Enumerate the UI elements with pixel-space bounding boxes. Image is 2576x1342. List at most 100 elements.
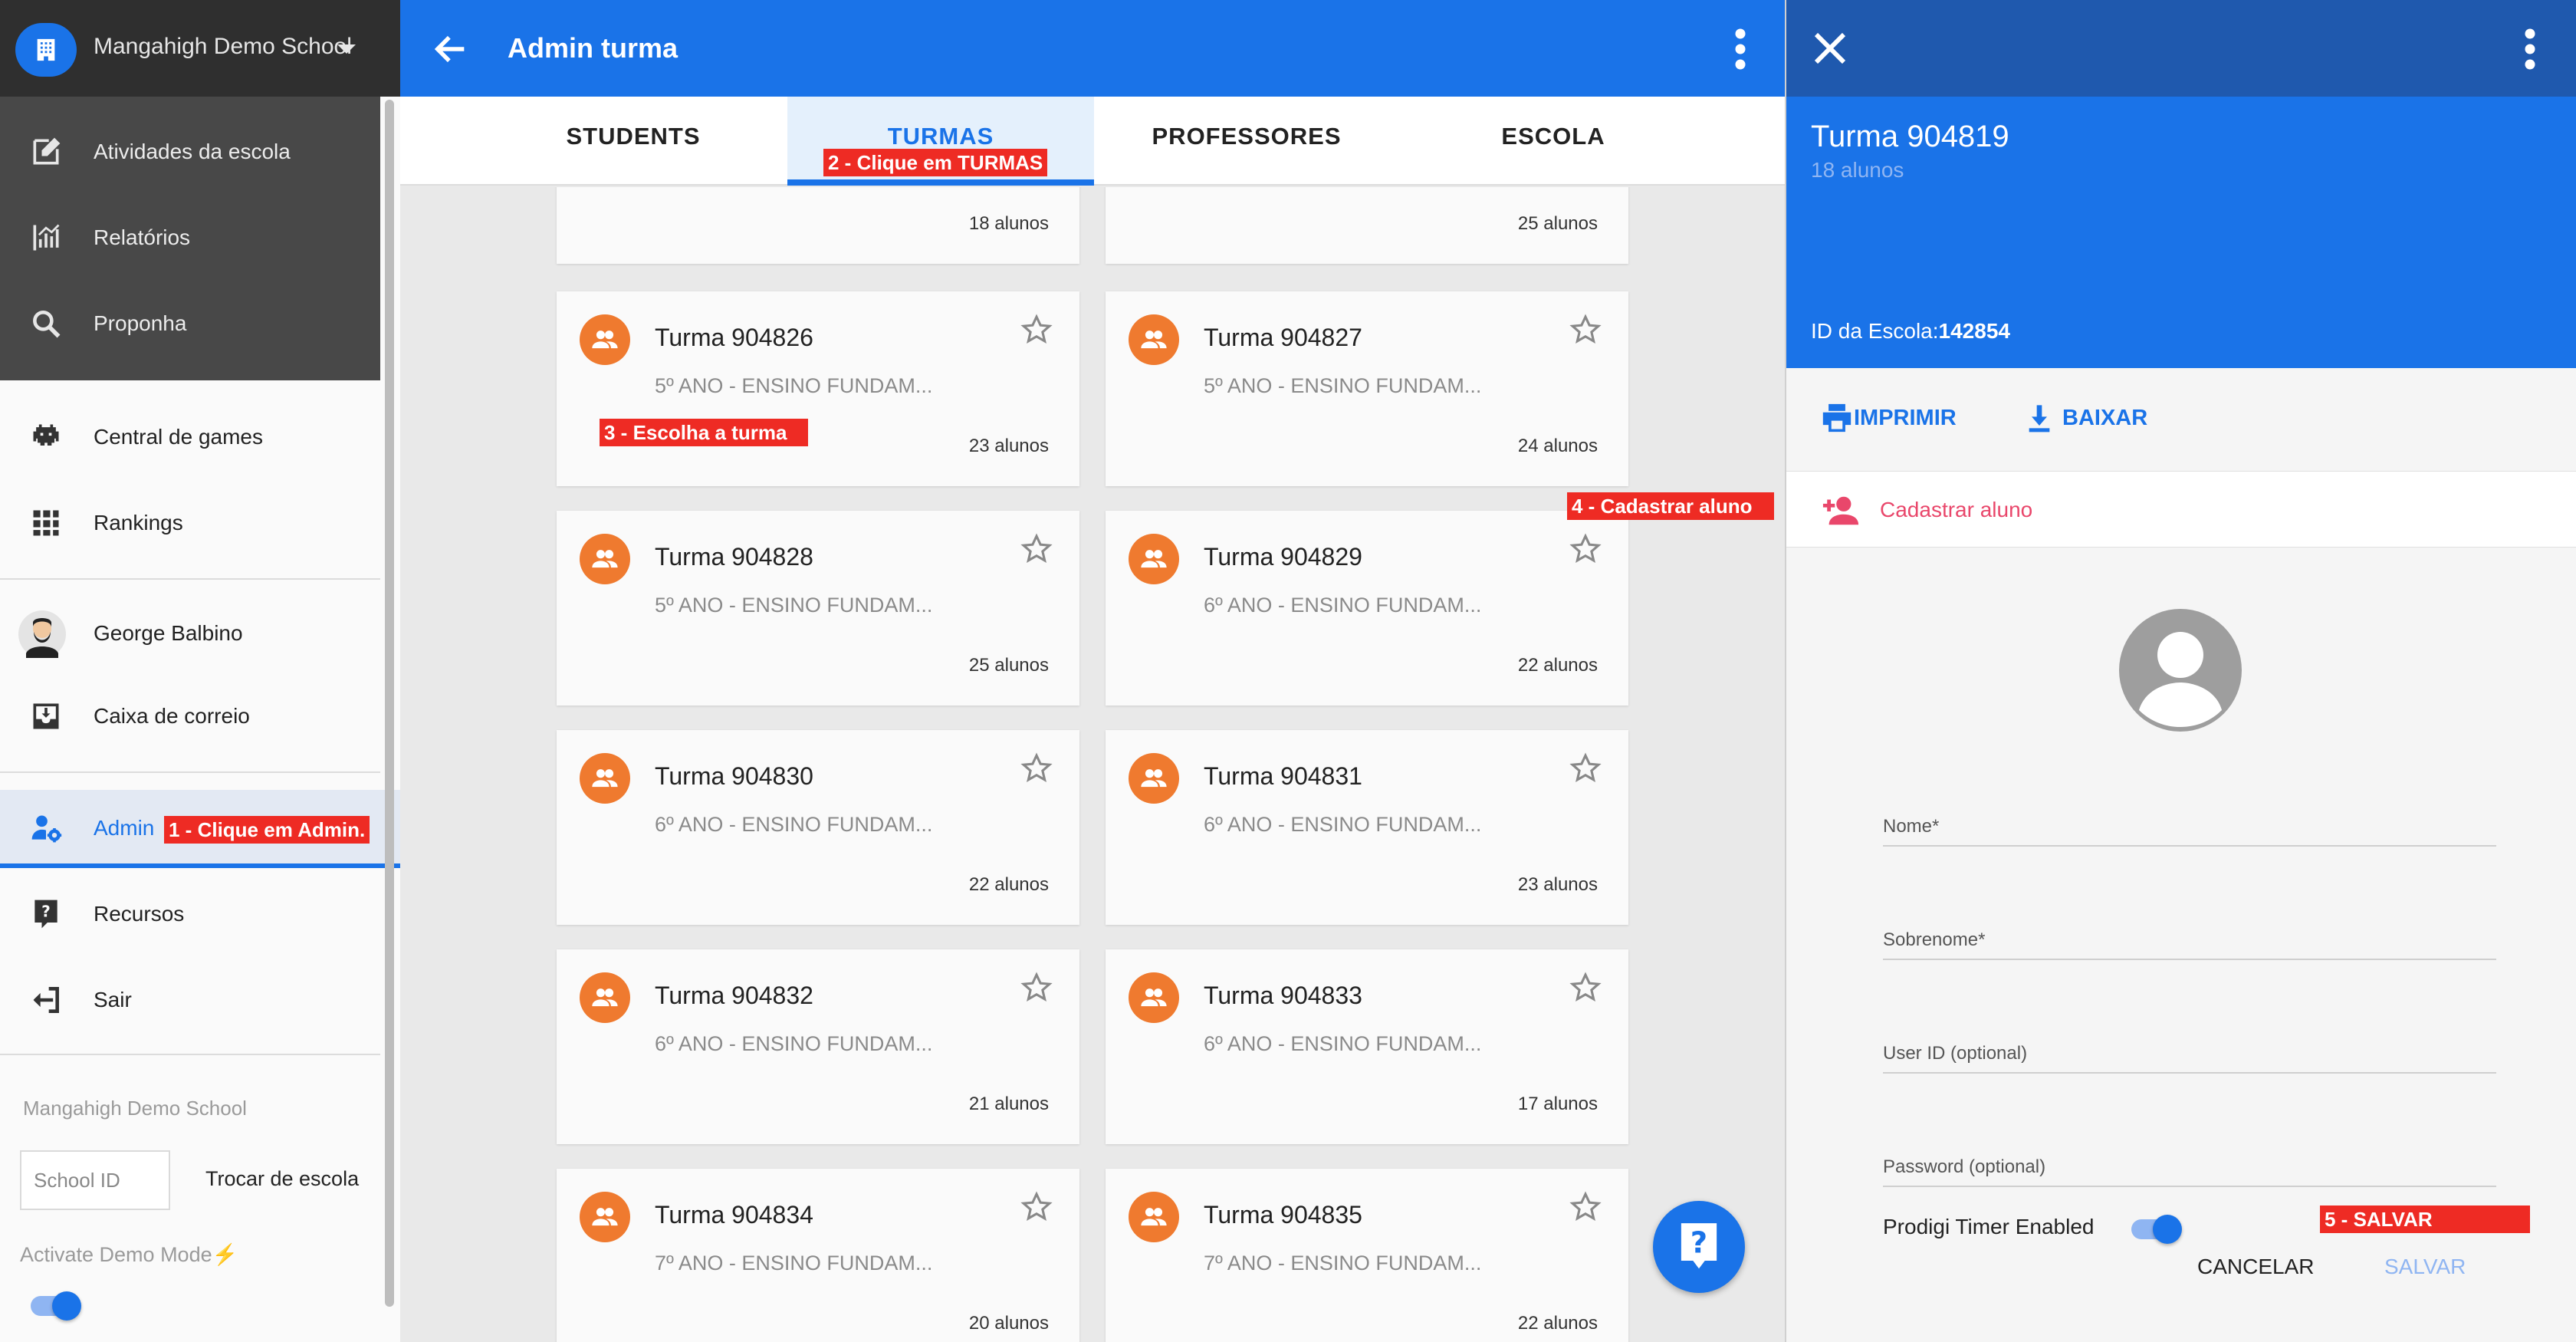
demo-mode-label: Activate Demo Mode⚡ xyxy=(20,1243,238,1266)
app-bar: Admin turma xyxy=(400,0,1785,97)
star-outline-icon[interactable] xyxy=(1569,313,1602,347)
group-icon xyxy=(1129,972,1179,1023)
class-card[interactable]: Turma 904828 5º ANO - ENSINO FUNDAM... 2… xyxy=(557,511,1079,706)
timer-toggle[interactable] xyxy=(2131,1215,2182,1244)
class-card[interactable]: Turma 904827 5º ANO - ENSINO FUNDAM... 2… xyxy=(1106,291,1628,486)
sidebar-item-recursos[interactable]: ? Recursos xyxy=(0,876,380,952)
class-name: Turma 904826 xyxy=(655,324,813,351)
more-vert-icon[interactable] xyxy=(2522,26,2538,72)
group-icon xyxy=(1129,1192,1179,1242)
save-button[interactable]: SALVAR xyxy=(2384,1255,2466,1279)
help-bubble-icon: ? xyxy=(1681,1223,1717,1269)
star-outline-icon[interactable] xyxy=(1569,752,1602,785)
sidebar-item-profile[interactable]: George Balbino xyxy=(0,595,380,672)
close-icon[interactable] xyxy=(1809,28,1851,69)
class-card[interactable]: Turma 904833 6º ANO - ENSINO FUNDAM... 1… xyxy=(1106,949,1628,1144)
class-card[interactable]: Turma 904830 6º ANO - ENSINO FUNDAM... 2… xyxy=(557,730,1079,925)
star-outline-icon[interactable] xyxy=(1020,971,1053,1005)
sidebar-item-central-games[interactable]: Central de games xyxy=(0,399,380,475)
group-icon xyxy=(1129,753,1179,804)
class-card[interactable]: Turma 904829 6º ANO - ENSINO FUNDAM... 2… xyxy=(1106,511,1628,706)
star-outline-icon[interactable] xyxy=(1569,1190,1602,1224)
user-id-field[interactable] xyxy=(1883,1012,2496,1074)
sidebar-item-label: Caixa de correio xyxy=(94,704,250,728)
class-grade: 6º ANO - ENSINO FUNDAM... xyxy=(1204,813,1482,836)
school-id-input[interactable] xyxy=(20,1150,170,1210)
class-grade: 6º ANO - ENSINO FUNDAM... xyxy=(655,1032,933,1055)
class-card[interactable]: Turma 904826 5º ANO - ENSINO FUNDAM... 2… xyxy=(557,291,1079,486)
star-outline-icon[interactable] xyxy=(1569,971,1602,1005)
sidebar-item-rankings[interactable]: Rankings xyxy=(0,485,380,561)
class-card[interactable]: 18 alunos xyxy=(557,187,1079,264)
first-name-input[interactable] xyxy=(1883,785,2496,845)
annotation-step-5: 5 - SALVAR xyxy=(2320,1205,2530,1233)
star-outline-icon[interactable] xyxy=(1020,752,1053,785)
panel-header: Turma 904819 18 alunos ID da Escola:1428… xyxy=(1786,97,2576,368)
group-icon xyxy=(580,753,630,804)
group-icon xyxy=(1129,314,1179,365)
class-card[interactable]: 25 alunos xyxy=(1106,187,1628,264)
building-icon xyxy=(15,23,77,77)
star-outline-icon[interactable] xyxy=(1020,532,1053,566)
tab-professores[interactable]: PROFESSORES xyxy=(1093,97,1400,186)
class-name: Turma 904832 xyxy=(655,982,813,1009)
star-outline-icon[interactable] xyxy=(1569,532,1602,566)
sidebar-scrollbar[interactable] xyxy=(385,100,394,1307)
group-icon xyxy=(580,972,630,1023)
sidebar-item-sair[interactable]: Sair xyxy=(0,962,380,1038)
student-count: 21 alunos xyxy=(968,1094,1049,1114)
class-grade: 5º ANO - ENSINO FUNDAM... xyxy=(655,374,933,397)
student-count: 25 alunos xyxy=(968,655,1049,676)
game-invader-icon xyxy=(33,424,59,446)
back-arrow-icon[interactable] xyxy=(431,29,471,69)
inbox-download-icon xyxy=(33,703,59,729)
timer-label: Prodigi Timer Enabled xyxy=(1883,1215,2095,1238)
sidebar-item-relatorios[interactable]: Relatórios xyxy=(0,199,380,276)
class-card[interactable]: Turma 904834 7º ANO - ENSINO FUNDAM... 2… xyxy=(557,1169,1079,1342)
school-name: Mangahigh Demo School xyxy=(94,34,352,59)
divider xyxy=(0,771,380,773)
sidebar-item-mailbox[interactable]: Caixa de correio xyxy=(0,678,380,755)
add-student-row[interactable]: Cadastrar aluno xyxy=(1786,471,2576,548)
school-id-line: ID da Escola:142854 xyxy=(1811,319,2010,344)
tab-students[interactable]: STUDENTS xyxy=(480,97,787,186)
password-input[interactable] xyxy=(1883,1126,2496,1186)
divider xyxy=(0,578,380,580)
last-name-input[interactable] xyxy=(1883,899,2496,959)
class-card[interactable]: Turma 904831 6º ANO - ENSINO FUNDAM... 2… xyxy=(1106,730,1628,925)
sidebar-item-label: Atividades da escola xyxy=(94,140,291,163)
star-outline-icon[interactable] xyxy=(1020,313,1053,347)
class-card[interactable]: Turma 904832 6º ANO - ENSINO FUNDAM... 2… xyxy=(557,949,1079,1144)
cancel-button[interactable]: CANCELAR xyxy=(2197,1255,2314,1279)
more-vert-icon[interactable] xyxy=(1733,26,1748,72)
tab-escola[interactable]: ESCOLA xyxy=(1400,97,1707,186)
admin-settings-icon xyxy=(31,815,62,843)
password-field[interactable] xyxy=(1883,1126,2496,1187)
svg-text:?: ? xyxy=(41,903,51,921)
student-count: 18 alunos xyxy=(968,213,1049,234)
first-name-field[interactable] xyxy=(1883,785,2496,847)
print-label: IMPRIMIR xyxy=(1854,405,1957,430)
student-avatar-placeholder xyxy=(2119,609,2242,732)
sidebar-item-proponha[interactable]: Proponha xyxy=(0,285,380,362)
school-id-value: 142854 xyxy=(1938,319,2010,343)
download-button[interactable]: BAIXAR xyxy=(2024,399,2147,437)
star-outline-icon[interactable] xyxy=(1020,1190,1053,1224)
sidebar-item-label: Admin xyxy=(94,816,155,840)
class-card[interactable]: Turma 904835 7º ANO - ENSINO FUNDAM... 2… xyxy=(1106,1169,1628,1342)
user-id-input[interactable] xyxy=(1883,1012,2496,1072)
toggle-knob xyxy=(2153,1215,2182,1244)
class-grade: 6º ANO - ENSINO FUNDAM... xyxy=(1204,1032,1482,1055)
annotation-step-4: 4 - Cadastrar aluno xyxy=(1567,492,1774,520)
toggle-knob xyxy=(52,1291,81,1321)
sidebar-item-atividades[interactable]: Atividades da escola xyxy=(0,113,380,190)
switch-school-button[interactable]: Trocar de escola xyxy=(205,1167,359,1191)
person-add-icon xyxy=(1822,496,1859,525)
school-switcher[interactable]: Mangahigh Demo School xyxy=(0,0,400,97)
print-button[interactable]: IMPRIMIR xyxy=(1820,399,1957,437)
page-title: Admin turma xyxy=(508,32,678,64)
last-name-field[interactable] xyxy=(1883,899,2496,960)
help-button[interactable]: ? xyxy=(1653,1201,1745,1293)
annotation-step-3: 3 - Escolha a turma xyxy=(600,419,808,446)
demo-mode-toggle[interactable] xyxy=(31,1291,81,1321)
